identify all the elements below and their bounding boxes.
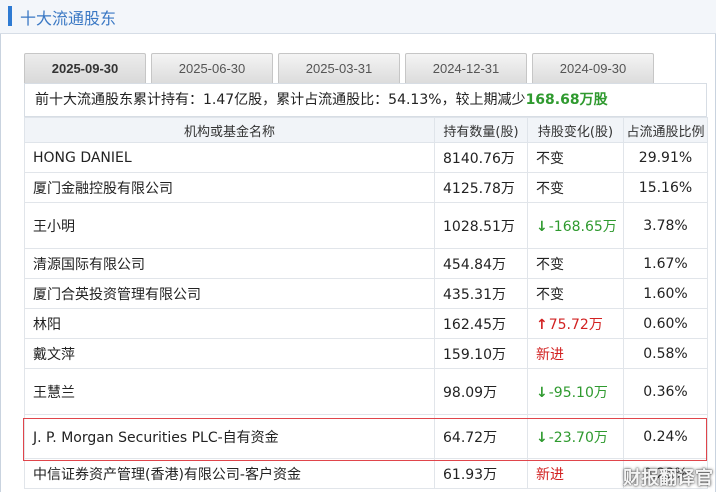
change-value: -168.65万 [548,218,617,235]
down-arrow-icon: ↓ [536,218,548,235]
change-value: -95.10万 [548,384,608,401]
tab-2025-06-30[interactable]: 2025-06-30 [151,53,273,83]
holder-shares: 454.84万 [434,248,528,279]
table-row: 林阳 162.45万 ↑75.72万 0.60% [24,308,708,339]
holder-ratio: 3.78% [623,202,708,249]
holder-ratio: 0.24% [623,414,708,459]
holder-shares: 8140.76万 [434,142,528,173]
holder-name[interactable]: 清源国际有限公司 [24,248,435,279]
section-header: 十大流通股东 [0,0,716,34]
holder-ratio: 29.91% [623,142,708,173]
summary-prefix: 前十大流通股东累计持有： [35,92,203,108]
tab-2024-09-30[interactable]: 2024-09-30 [532,53,654,83]
section-title: 十大流通股东 [20,9,117,28]
holder-name[interactable]: 中信证券资产管理(香港)有限公司-客户资金 [24,458,435,489]
holder-shares: 98.09万 [434,368,528,415]
table-row: 王小明 1028.51万 ↓-168.65万 3.78% [24,202,708,249]
down-arrow-icon: ↓ [536,429,548,446]
summary-change: 168.68万股 [525,92,608,108]
holder-change: ↓-23.70万 [527,414,624,459]
table-row: 中信证券资产管理(香港)有限公司-客户资金 61.93万 新进 0.23% [24,458,708,489]
holder-change: 新进 [527,458,624,489]
tab-2025-03-31[interactable]: 2025-03-31 [278,53,400,83]
holder-shares: 162.45万 [434,308,528,339]
holder-shares: 4125.78万 [434,172,528,203]
section-accent-bar [8,6,12,26]
shareholders-table: 机构或基金名称 持有数量(股) 持股变化(股) 占流通股比例 HONG DANI… [24,117,708,489]
table-row: 清源国际有限公司 454.84万 不变 1.67% [24,248,708,279]
down-arrow-icon: ↓ [536,384,548,401]
holder-name[interactable]: 厦门金融控股有限公司 [24,172,435,203]
holder-shares: 1028.51万 [434,202,528,249]
table-row: 王慧兰 98.09万 ↓-95.10万 0.36% [24,368,708,415]
up-arrow-icon: ↑ [536,316,548,333]
change-value: 75.72万 [548,316,603,333]
tab-2025-09-30[interactable]: 2025-09-30 [24,53,146,83]
summary-ratio: 54.13% [388,92,442,108]
change-value: 新进 [536,466,564,483]
holdings-summary: 前十大流通股东累计持有：1.47亿股，累计占流通股比：54.13%，较上期减少1… [24,83,707,117]
change-value: 不变 [536,180,564,197]
holder-change: 不变 [527,172,624,203]
holder-name[interactable]: 王慧兰 [24,368,435,415]
header-holder-name[interactable]: 机构或基金名称 [24,117,435,143]
change-value: -23.70万 [548,429,608,446]
table-row: J. P. Morgan Securities PLC-自有资金 64.72万 ↓-… [24,414,708,459]
table-row: 厦门金融控股有限公司 4125.78万 不变 15.16% [24,172,708,203]
holder-name[interactable]: J. P. Morgan Securities PLC-自有资金 [24,414,435,459]
table-row: HONG DANIEL 8140.76万 不变 29.91% [24,142,708,173]
change-value: 不变 [536,286,564,303]
table-row: 戴文萍 159.10万 新进 0.58% [24,338,708,369]
table-header-row: 机构或基金名称 持有数量(股) 持股变化(股) 占流通股比例 [24,117,708,143]
summary-suffix: ，较上期减少 [441,92,526,108]
holder-shares: 64.72万 [434,414,528,459]
tab-2024-12-31[interactable]: 2024-12-31 [405,53,527,83]
holder-change: 不变 [527,142,624,173]
holder-name[interactable]: 戴文萍 [24,338,435,369]
change-value: 新进 [536,346,564,363]
holder-change: ↓-168.65万 [527,202,624,249]
holder-name[interactable]: 王小明 [24,202,435,249]
holder-shares: 159.10万 [434,338,528,369]
holder-ratio: 1.67% [623,248,708,279]
holder-ratio: 1.60% [623,278,708,309]
holder-ratio: 0.60% [623,308,708,339]
holder-change: ↓-95.10万 [527,368,624,415]
holder-change: 不变 [527,278,624,309]
watermark: 财报翻译官 [623,468,713,489]
holder-ratio: 0.58% [623,338,708,369]
holder-name[interactable]: 林阳 [24,308,435,339]
holder-ratio: 0.36% [623,368,708,415]
summary-mid: ，累计占流通股比： [262,92,389,108]
holder-shares: 435.31万 [434,278,528,309]
table-row: 厦门合英投资管理有限公司 435.31万 不变 1.60% [24,278,708,309]
summary-total: 1.47亿股 [203,92,263,108]
holder-change: ↑75.72万 [527,308,624,339]
change-value: 不变 [536,150,564,167]
holder-name[interactable]: 厦门合英投资管理有限公司 [24,278,435,309]
change-value: 不变 [536,256,564,273]
header-change[interactable]: 持股变化(股) [527,117,624,143]
holder-name[interactable]: HONG DANIEL [24,142,435,173]
header-shares[interactable]: 持有数量(股) [434,117,528,143]
holder-ratio: 15.16% [623,172,708,203]
header-ratio[interactable]: 占流通股比例 [623,117,708,143]
holder-change: 不变 [527,248,624,279]
holder-shares: 61.93万 [434,458,528,489]
holder-change: 新进 [527,338,624,369]
